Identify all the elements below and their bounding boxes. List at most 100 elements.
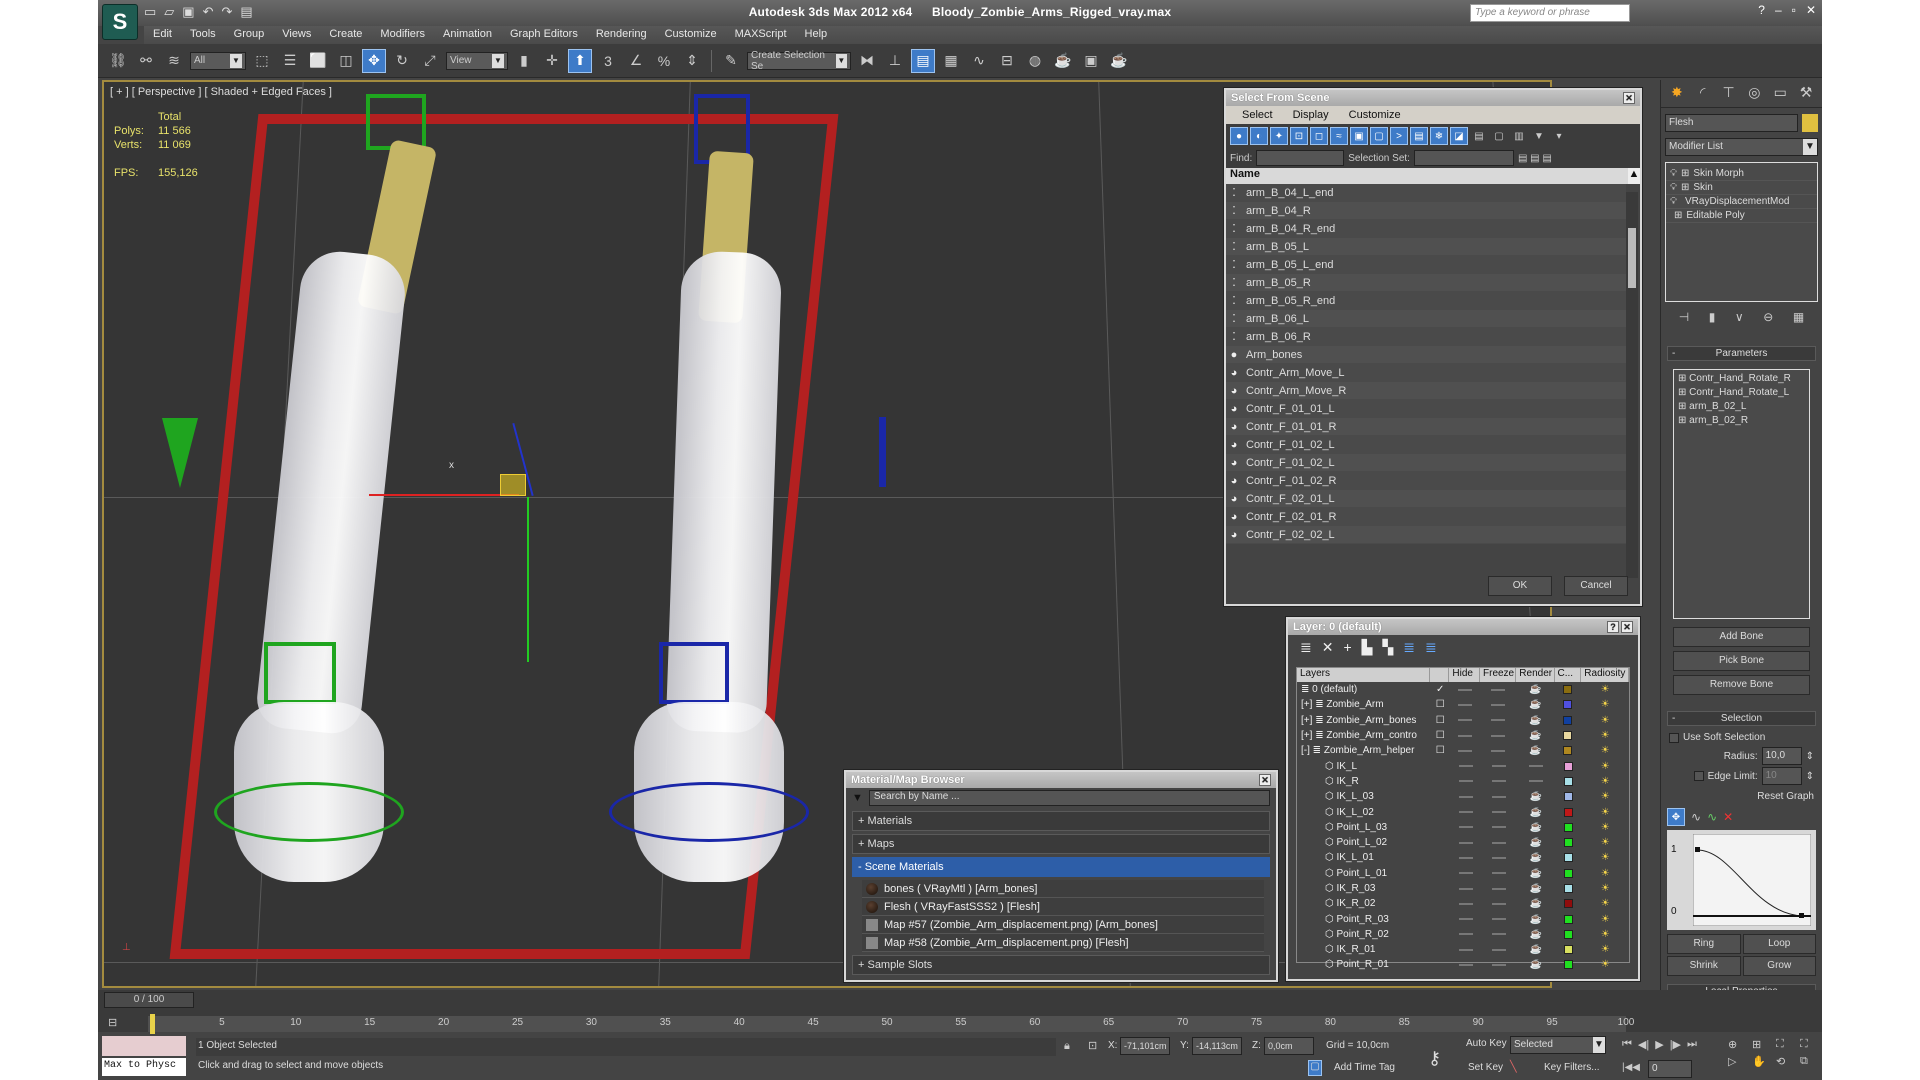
layer-color-swatch[interactable]: [1563, 853, 1573, 863]
hide-toggle[interactable]: [1458, 948, 1473, 951]
color-cell[interactable]: [1555, 960, 1582, 970]
hide-toggle[interactable]: [1458, 887, 1473, 890]
radiosity-light-icon[interactable]: ☀: [1601, 761, 1610, 772]
modifier-stack-item[interactable]: 💡︎ ⊞ Skin: [1666, 181, 1817, 195]
color-cell[interactable]: [1555, 868, 1582, 878]
render-cell[interactable]: ☕: [1517, 837, 1555, 848]
modifier-stack-item[interactable]: 💡︎ ⊞ Skin Morph: [1666, 167, 1817, 181]
color-cell[interactable]: [1555, 746, 1582, 756]
render-cell[interactable]: ☕: [1517, 883, 1555, 894]
freeze-cell[interactable]: [1481, 811, 1517, 814]
freeze-toggle[interactable]: [1491, 688, 1506, 691]
z-coordinate-field[interactable]: 0,0cm: [1264, 1037, 1314, 1055]
teapot-render-icon[interactable]: ☕: [1529, 730, 1541, 741]
pick-bone-button[interactable]: Pick Bone: [1673, 651, 1810, 671]
infocenter-search-input[interactable]: Type a keyword or phrase: [1470, 4, 1630, 22]
render-cell[interactable]: ☕: [1516, 730, 1554, 741]
hide-cell[interactable]: [1450, 841, 1480, 844]
radiosity-light-icon[interactable]: ☀: [1601, 898, 1610, 909]
add-bone-button[interactable]: Add Bone: [1673, 627, 1810, 647]
layer-color-swatch[interactable]: [1563, 822, 1573, 832]
menu-tools[interactable]: Tools: [181, 26, 225, 44]
use-soft-selection-checkbox[interactable]: [1669, 732, 1679, 743]
layer-row[interactable]: [-] ≣ Zombie_Arm_helper ☐ ☕ ☀: [1297, 743, 1629, 758]
remove-modifier-icon[interactable]: ⊖: [1763, 310, 1773, 324]
object-name-input[interactable]: Flesh: [1665, 114, 1798, 132]
layer-column-header[interactable]: Hide: [1449, 668, 1480, 682]
application-button[interactable]: S: [102, 4, 138, 40]
display-space-warps-icon[interactable]: ≈: [1330, 127, 1348, 145]
open-file-icon[interactable]: ▱: [164, 4, 174, 20]
expand-icon[interactable]: ⊞: [1681, 182, 1689, 193]
freeze-cell[interactable]: [1480, 719, 1516, 722]
freeze-toggle[interactable]: [1491, 826, 1506, 829]
time-slider[interactable]: 0 / 100: [104, 992, 194, 1008]
color-cell[interactable]: [1555, 929, 1582, 939]
scene-object-row[interactable]: ◕ Contr_F_02_01_L: [1226, 490, 1626, 508]
auto-key-button[interactable]: Auto Key: [1466, 1038, 1507, 1049]
menu-customize[interactable]: Customize: [1341, 109, 1413, 121]
freeze-toggle[interactable]: [1491, 703, 1506, 706]
default-in-out-tangent-icon[interactable]: ╲: [1510, 1060, 1517, 1073]
radiosity-light-icon[interactable]: ☀: [1601, 807, 1610, 818]
hide-toggle[interactable]: [1457, 719, 1472, 722]
close-button[interactable]: ✕: [1806, 3, 1816, 17]
select-by-name-icon[interactable]: ☰: [278, 49, 302, 73]
freeze-cell[interactable]: [1481, 887, 1517, 890]
bone-list-item[interactable]: ⊞ Contr_Hand_Rotate_R: [1678, 373, 1805, 387]
pin-stack-icon[interactable]: ⊣: [1679, 310, 1689, 324]
layer-color-swatch[interactable]: [1563, 715, 1573, 725]
radiosity-cell[interactable]: ☀: [1582, 868, 1630, 879]
add-time-tag-button[interactable]: Add Time Tag: [1334, 1062, 1395, 1073]
create-new-layer-icon[interactable]: ≣: [1300, 639, 1312, 656]
time-tag-icon[interactable]: ▢: [1308, 1060, 1322, 1076]
radiosity-light-icon[interactable]: ☀: [1601, 699, 1610, 710]
radiosity-light-icon[interactable]: ☀: [1601, 914, 1610, 925]
layer-color-swatch[interactable]: [1563, 868, 1573, 878]
key-filters-button[interactable]: Key Filters...: [1544, 1062, 1600, 1073]
render-cell[interactable]: ☕: [1516, 745, 1554, 756]
save-icon[interactable]: ▣: [182, 4, 194, 20]
scene-material-item[interactable]: bones ( VRayMtl ) [Arm_bones]: [862, 880, 1264, 898]
color-cell[interactable]: [1555, 838, 1582, 848]
hide-toggle[interactable]: [1458, 933, 1473, 936]
hide-cell[interactable]: [1450, 948, 1480, 951]
teapot-render-icon[interactable]: ☕: [1530, 868, 1542, 879]
color-cell[interactable]: [1555, 792, 1582, 802]
expand-icon[interactable]: ⊞: [1678, 415, 1689, 426]
layer-row[interactable]: [+] ≣ Zombie_Arm ☐ ☕ ☀: [1297, 697, 1629, 712]
freeze-toggle[interactable]: [1491, 963, 1506, 966]
expand-icon[interactable]: ⊞: [1674, 210, 1682, 221]
layer-column-header[interactable]: Radiosity: [1581, 668, 1629, 682]
radius-spinner[interactable]: 10,0: [1761, 747, 1802, 765]
material-browser-titlebar[interactable]: Material/Map Browser ✕: [846, 772, 1276, 788]
scene-object-row[interactable]: ⁚ arm_B_06_L: [1226, 310, 1626, 328]
select-all-icon[interactable]: ▤: [1470, 127, 1488, 145]
display-groups-icon[interactable]: ▣: [1350, 127, 1368, 145]
freeze-toggle[interactable]: [1491, 811, 1506, 814]
modifier-on-bulb-icon[interactable]: 💡︎: [1670, 196, 1677, 207]
freeze-cell[interactable]: [1481, 856, 1517, 859]
display-lights-icon[interactable]: ✦: [1270, 127, 1288, 145]
scene-material-item[interactable]: Map #58 (Zombie_Arm_displacement.png) [F…: [862, 934, 1264, 952]
hide-toggle[interactable]: [1458, 780, 1473, 783]
scene-object-row[interactable]: ⁚ arm_B_05_R: [1226, 274, 1626, 292]
project-folder-icon[interactable]: ▤: [240, 4, 252, 20]
freeze-toggle[interactable]: [1491, 887, 1506, 890]
color-cell[interactable]: [1555, 914, 1582, 924]
layer-row[interactable]: ≣ 0 (default) ✓ ☕ ☀: [1297, 682, 1629, 697]
pan-icon[interactable]: ✋: [1752, 1055, 1772, 1068]
expand-toggle-icon[interactable]: [+]: [1301, 715, 1315, 726]
radiosity-light-icon[interactable]: ☀: [1601, 715, 1610, 726]
filter-options-icon[interactable]: ▾: [1550, 127, 1568, 145]
radiosity-light-icon[interactable]: ☀: [1601, 929, 1610, 940]
layer-color-swatch[interactable]: [1563, 838, 1573, 848]
render-cell[interactable]: ☕: [1517, 807, 1555, 818]
name-column-header[interactable]: Name ▲: [1226, 168, 1640, 184]
hide-toggle[interactable]: [1458, 918, 1473, 921]
layer-color-swatch[interactable]: [1563, 899, 1573, 909]
zoom-extents-icon[interactable]: ⛶: [1776, 1038, 1796, 1051]
layer-manager-titlebar[interactable]: Layer: 0 (default)? ✕: [1288, 619, 1638, 635]
radiosity-cell[interactable]: ☀: [1581, 684, 1629, 695]
hand-rotate-control-right[interactable]: [659, 642, 729, 704]
